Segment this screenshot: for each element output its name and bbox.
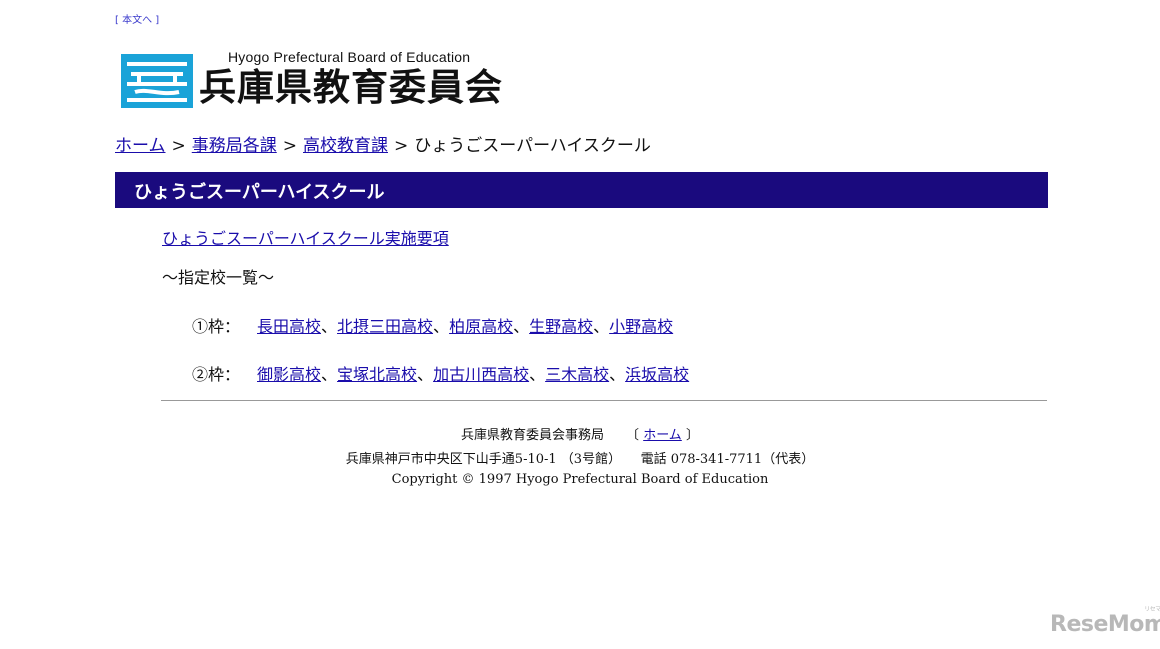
breadcrumb-separator: > <box>394 136 409 156</box>
breadcrumb-separator: > <box>171 136 186 156</box>
board-of-education-logo-icon <box>121 54 193 108</box>
logo-japanese-name: 兵庫県教育委員会 <box>199 66 503 109</box>
school-link-ono[interactable]: 小野高校 <box>609 317 673 336</box>
footer-office-name: 兵庫県教育委員会事務局 <box>461 428 605 443</box>
school-link-kaibara[interactable]: 柏原高校 <box>449 317 513 336</box>
school-link-kakogawa-nishi[interactable]: 加古川西高校 <box>433 365 529 384</box>
divider <box>161 400 1047 401</box>
breadcrumb-secretariat-link[interactable]: 事務局各課 <box>192 136 277 156</box>
breadcrumb-high-school-division-link[interactable]: 高校教育課 <box>303 136 388 156</box>
designated-schools-row-1: ①枠： 長田高校、北摂三田高校、柏原高校、生野高校、小野高校 <box>192 313 673 337</box>
footer-copyright: Copyright © 1997 Hyogo Prefectural Board… <box>391 472 769 487</box>
footer-address: 兵庫県神戸市中央区下山手通5-10-1 （3号館） 電話 078-341-771… <box>345 452 815 467</box>
school-link-hamasaka[interactable]: 浜坂高校 <box>625 365 689 384</box>
logo-english-name: Hyogo Prefectural Board of Education <box>228 49 471 65</box>
page-title: ひょうごスーパーハイスクール <box>134 182 385 203</box>
breadcrumb: ホーム > 事務局各課 > 高校教育課 > ひょうごスーパーハイスクール <box>115 131 651 156</box>
skip-to-content-link[interactable]: [ 本文へ ] <box>115 11 159 26</box>
implementation-guidelines-link[interactable]: ひょうごスーパーハイスクール実施要項 <box>162 225 449 249</box>
breadcrumb-separator: > <box>282 136 297 156</box>
designated-schools-heading: ～指定校一覧～ <box>162 268 275 287</box>
page-title-band: ひょうごスーパーハイスクール <box>115 172 1048 208</box>
school-link-mikage[interactable]: 御影高校 <box>257 365 321 384</box>
row-label: ②枠： <box>192 365 241 384</box>
school-link-hokusetsu-sanda[interactable]: 北摂三田高校 <box>337 317 433 336</box>
footer-office-line: 兵庫県教育委員会事務局〔 ホーム 〕 <box>461 428 699 443</box>
breadcrumb-current-page: ひょうごスーパーハイスクール <box>414 136 651 156</box>
school-link-takarazuka-kita[interactable]: 宝塚北高校 <box>337 365 417 384</box>
school-link-ikuno[interactable]: 生野高校 <box>529 317 593 336</box>
school-link-miki[interactable]: 三木高校 <box>545 365 609 384</box>
school-link-nagata[interactable]: 長田高校 <box>257 317 321 336</box>
resemom-watermark-logo: ReseMom リセマム <box>1050 606 1160 637</box>
designated-schools-row-2: ②枠： 御影高校、宝塚北高校、加古川西高校、三木高校、浜坂高校 <box>192 361 689 385</box>
footer-home-link[interactable]: ホーム <box>643 428 682 443</box>
row-label: ①枠： <box>192 317 241 336</box>
breadcrumb-home-link[interactable]: ホーム <box>115 136 166 156</box>
